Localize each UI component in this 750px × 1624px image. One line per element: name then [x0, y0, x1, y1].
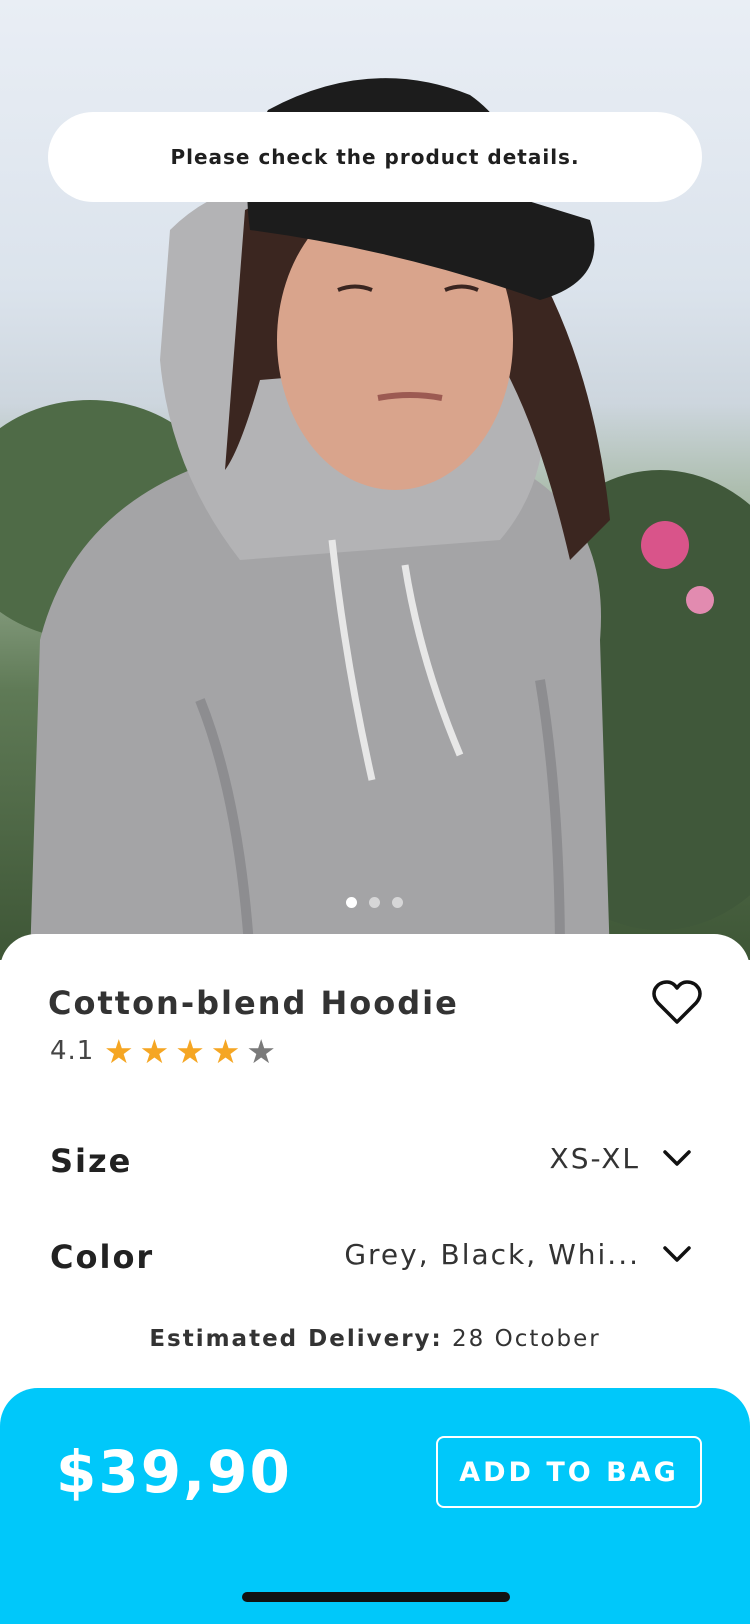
info-banner: Please check the product details. [48, 112, 702, 202]
pagination-dot[interactable] [369, 897, 380, 908]
product-image[interactable]: Please check the product details. [0, 0, 750, 960]
star-icon: ★ [246, 1032, 276, 1071]
star-icon: ★ [104, 1032, 134, 1071]
color-label: Color [50, 1238, 155, 1276]
chevron-down-icon[interactable] [662, 1244, 692, 1264]
add-to-bag-label: ADD TO BAG [459, 1456, 679, 1488]
home-indicator[interactable] [242, 1592, 510, 1602]
color-selector-value[interactable]: Grey, Black, Whi... [344, 1238, 640, 1271]
star-icon: ★ [175, 1032, 205, 1071]
product-title: Cotton-blend Hoodie [48, 984, 459, 1022]
price: $39,90 [56, 1438, 292, 1506]
rating-stars: ★ ★ ★ ★ ★ [104, 1034, 276, 1070]
image-pagination[interactable] [346, 897, 403, 908]
star-icon: ★ [139, 1032, 170, 1071]
estimated-delivery: Estimated Delivery: 28 October [0, 1326, 750, 1352]
heart-icon[interactable] [652, 980, 702, 1026]
pagination-dot[interactable] [346, 897, 357, 908]
add-to-bag-button[interactable]: ADD TO BAG [436, 1436, 702, 1508]
chevron-down-icon[interactable] [662, 1148, 692, 1168]
delivery-label: Estimated Delivery: [149, 1326, 443, 1352]
rating-value: 4.1 [50, 1036, 95, 1066]
delivery-date: 28 October [452, 1326, 601, 1352]
size-selector-value[interactable]: XS-XL [550, 1142, 640, 1175]
size-label: Size [50, 1142, 133, 1180]
info-banner-text: Please check the product details. [170, 145, 580, 169]
star-icon: ★ [210, 1032, 241, 1071]
pagination-dot[interactable] [392, 897, 403, 908]
